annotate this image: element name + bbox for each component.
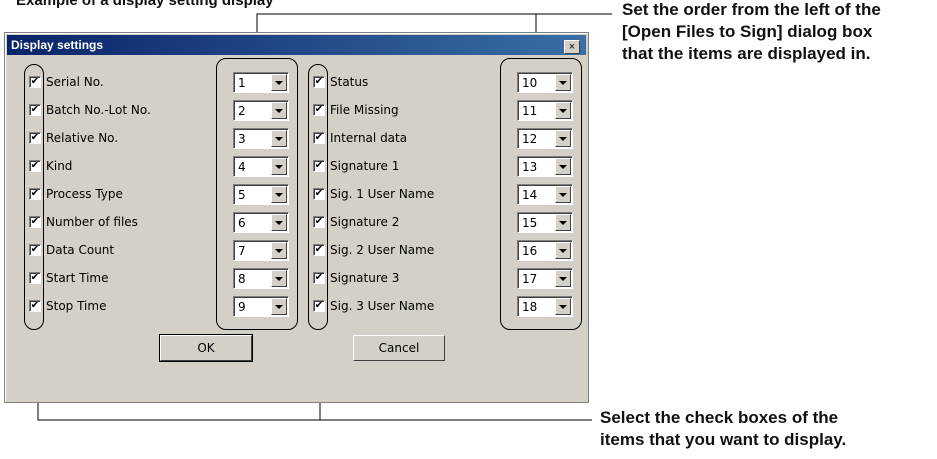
close-button[interactable]: × [564, 40, 580, 54]
item-row: ✔ Signature 2 [313, 213, 493, 233]
item-row: ✔ Sig. 1 User Name [313, 185, 493, 205]
item-label: Serial No. [46, 75, 104, 89]
item-label: Number of files [46, 215, 138, 229]
item-row: ✔ Sig. 2 User Name [313, 241, 493, 261]
dialog-titlebar: Display settings × [7, 35, 586, 55]
order-annotation-line: [Open Files to Sign] dialog box [622, 22, 873, 41]
item-label: Start Time [46, 271, 109, 285]
item-label: File Missing [330, 103, 399, 117]
item-label: Sig. 3 User Name [330, 299, 435, 313]
item-row: ✔ Signature 3 [313, 269, 493, 289]
item-row: ✔ Serial No. [29, 73, 209, 93]
item-row: ✔ Kind [29, 157, 209, 177]
checkbox-bracket-left [24, 64, 44, 330]
item-label: Batch No.-Lot No. [46, 103, 151, 117]
order-bracket-right [500, 58, 582, 330]
order-annotation-line: that the items are displayed in. [622, 44, 871, 63]
item-row: ✔ Process Type [29, 185, 209, 205]
item-label: Process Type [46, 187, 123, 201]
order-bracket-left [216, 58, 298, 330]
item-label: Status [330, 75, 369, 89]
item-label: Relative No. [46, 131, 119, 145]
item-row: ✔ Relative No. [29, 129, 209, 149]
item-label: Sig. 2 User Name [330, 243, 435, 257]
checkbox-annotation-line: Select the check boxes of the [600, 408, 839, 427]
item-label: Signature 3 [330, 271, 400, 285]
order-annotation-line: Set the order from the left of the [622, 0, 881, 19]
item-row: ✔ Number of files [29, 213, 209, 233]
item-label: Data Count [46, 243, 115, 257]
item-row: ✔ Batch No.-Lot No. [29, 101, 209, 121]
dialog-title: Display settings [11, 38, 104, 52]
item-label: Internal data [330, 131, 408, 145]
item-row: ✔ Internal data [313, 129, 493, 149]
item-row: ✔ Data Count [29, 241, 209, 261]
item-row: ✔ Sig. 3 User Name [313, 297, 493, 317]
item-label: Stop Time [46, 299, 107, 313]
cancel-button[interactable]: Cancel [353, 335, 445, 361]
item-label: Signature 1 [330, 159, 400, 173]
item-label: Sig. 1 User Name [330, 187, 435, 201]
checkbox-bracket-right [308, 64, 328, 330]
item-row: ✔ Signature 1 [313, 157, 493, 177]
item-label: Signature 2 [330, 215, 400, 229]
checkbox-annotation-line: items that you want to display. [600, 430, 847, 449]
item-label: Kind [46, 159, 73, 173]
item-row: ✔ Status [313, 73, 493, 93]
ok-button[interactable]: OK [159, 334, 253, 362]
item-row: ✔ Stop Time [29, 297, 209, 317]
order-annotation: Set the order from the left of the [Open… [622, 0, 881, 65]
item-row: ✔ Start Time [29, 269, 209, 289]
checkbox-annotation: Select the check boxes of the items that… [600, 407, 846, 451]
item-row: ✔ File Missing [313, 101, 493, 121]
